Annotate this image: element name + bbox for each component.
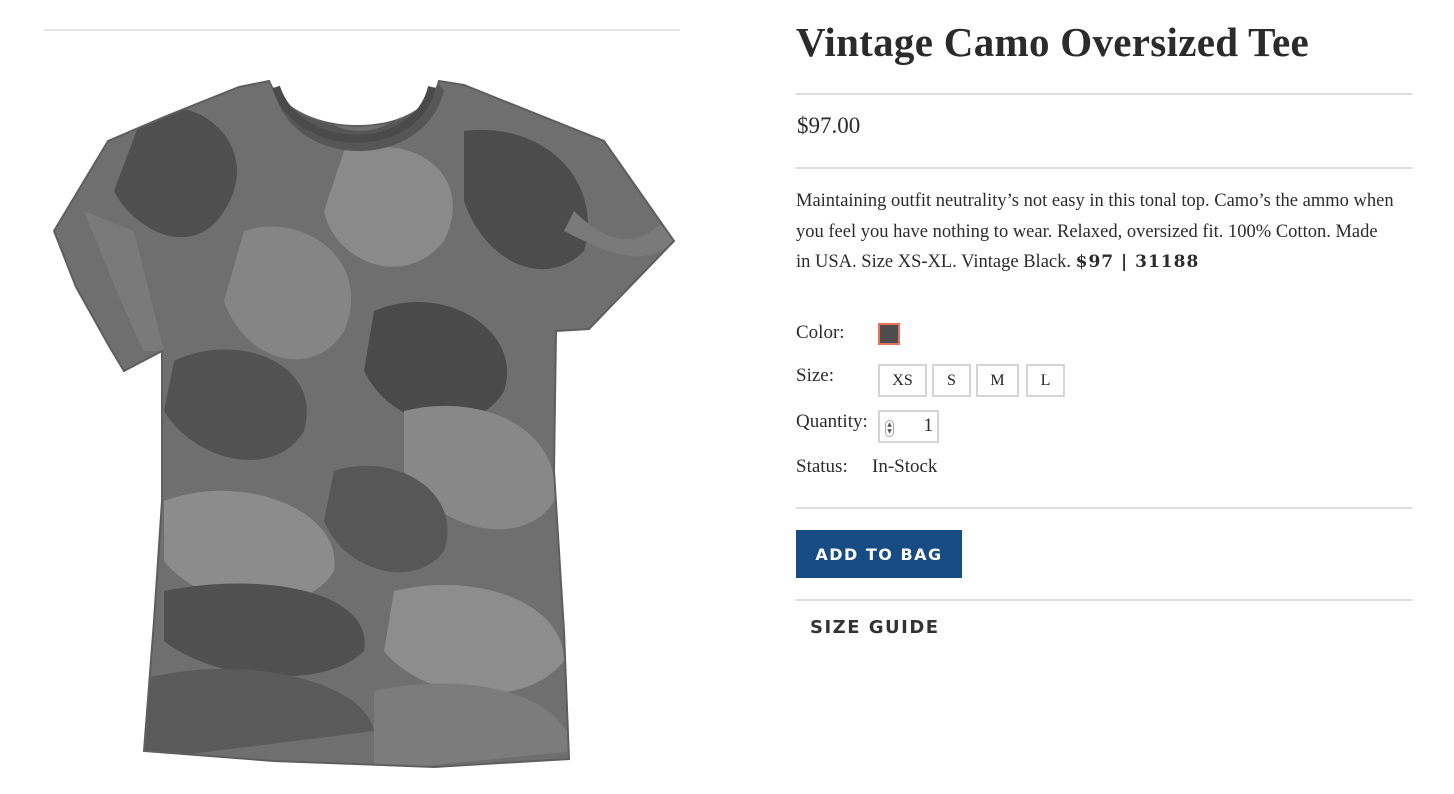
quantity-stepper[interactable]: ▲ ▼ 1 xyxy=(878,410,939,443)
size-option-s[interactable]: S xyxy=(932,364,971,397)
size-option-l[interactable]: L xyxy=(1026,364,1065,397)
quantity-label: Quantity: xyxy=(796,411,868,432)
divider xyxy=(796,507,1412,509)
divider xyxy=(796,167,1412,169)
divider xyxy=(796,93,1412,95)
product-description: Maintaining outfit neutrality’s not easy… xyxy=(796,186,1396,278)
product-price: $97.00 xyxy=(797,113,861,138)
description-price-code: $97 | 31188 xyxy=(1075,252,1200,272)
size-option-m[interactable]: M xyxy=(976,364,1019,397)
quantity-value: 1 xyxy=(923,415,934,436)
size-label: Size: xyxy=(796,365,834,386)
divider xyxy=(796,599,1412,601)
add-to-bag-button[interactable]: ADD TO BAG xyxy=(796,530,962,578)
size-guide-link[interactable]: SIZE GUIDE xyxy=(810,617,940,638)
status-label: Status: xyxy=(796,456,848,477)
status-value: In-Stock xyxy=(872,456,938,477)
product-title: Vintage Camo Oversized Tee xyxy=(796,19,1310,65)
color-swatch-vintage-black[interactable] xyxy=(878,323,900,345)
spinner-arrows-icon[interactable]: ▲ ▼ xyxy=(885,420,894,437)
color-label: Color: xyxy=(796,322,845,343)
camo-tshirt-image xyxy=(52,79,676,769)
product-image-pane xyxy=(44,29,680,794)
size-option-xs[interactable]: XS xyxy=(878,364,927,397)
